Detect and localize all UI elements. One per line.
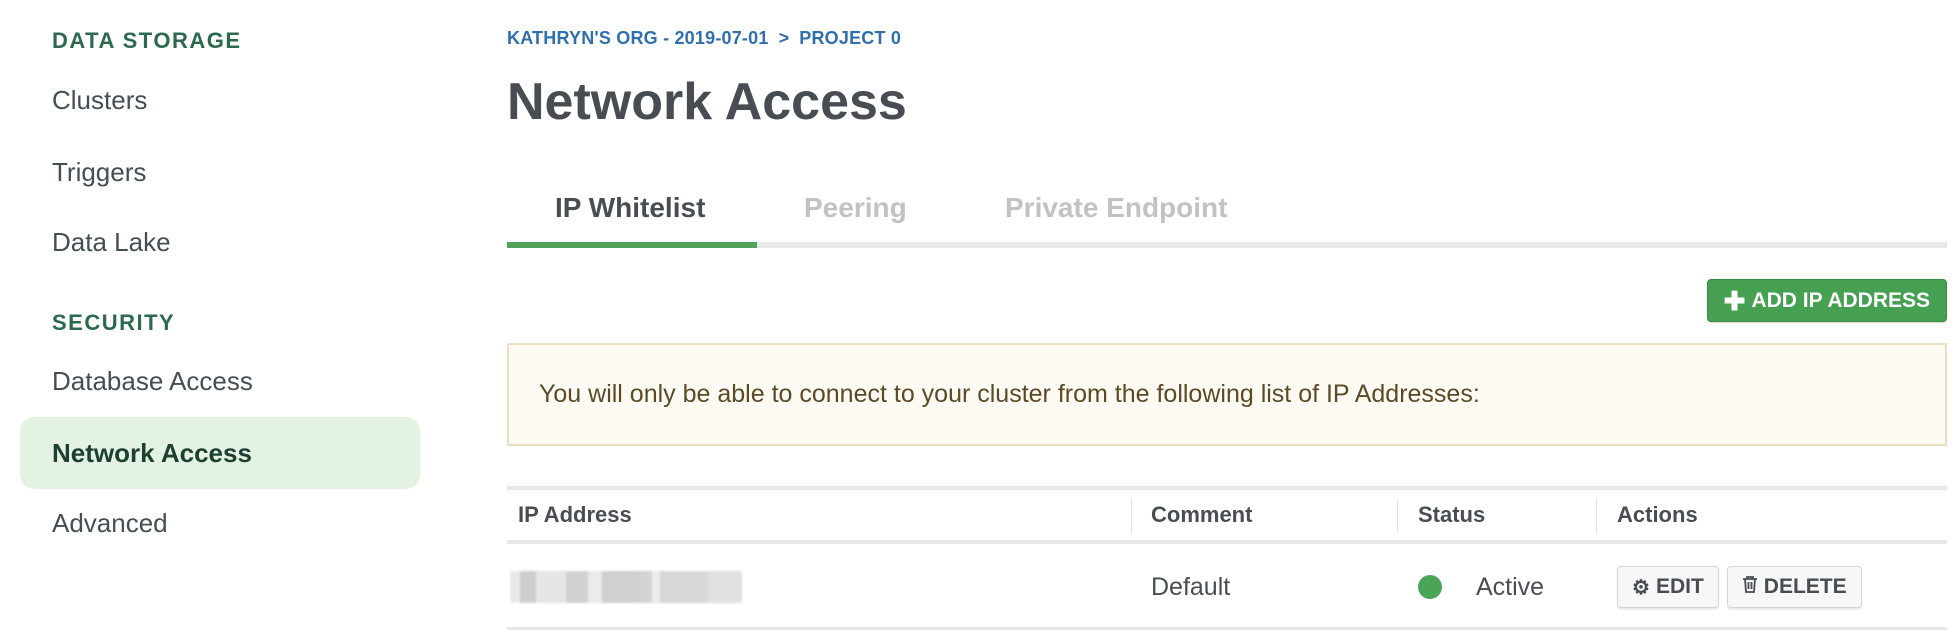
breadcrumb: KATHRYN'S ORG - 2019-07-01 > PROJECT 0 <box>507 28 901 49</box>
breadcrumb-separator: > <box>778 28 790 48</box>
sidebar-item-database-access[interactable]: Database Access <box>20 345 420 417</box>
status-active-dot-icon <box>1418 575 1442 599</box>
sidebar-item-label: Database Access <box>52 365 253 396</box>
notice-text: You will only be able to connect to your… <box>539 380 1480 408</box>
tab-bar: IP Whitelist Peering Private Endpoint <box>507 180 1947 248</box>
sidebar: DATA STORAGE Clusters Triggers Data Lake… <box>0 0 440 638</box>
actions-cell: ⚙ EDIT DELETE <box>1617 544 1870 630</box>
main-content: KATHRYN'S ORG - 2019-07-01 > PROJECT 0 N… <box>507 0 1947 638</box>
sidebar-item-label: Data Lake <box>52 226 171 257</box>
sidebar-item-data-lake[interactable]: Data Lake <box>20 206 420 278</box>
active-tab-indicator <box>507 242 757 248</box>
add-ip-address-button[interactable]: ✚ ADD IP ADDRESS <box>1706 279 1947 322</box>
breadcrumb-project[interactable]: PROJECT 0 <box>799 28 901 49</box>
breadcrumb-org[interactable]: KATHRYN'S ORG - 2019-07-01 <box>507 28 769 49</box>
column-divider <box>1596 498 1597 534</box>
info-notice: You will only be able to connect to your… <box>507 343 1947 446</box>
sidebar-heading-security: SECURITY <box>52 310 176 335</box>
ip-whitelist-table: IP Address Comment Status Actions Defaul… <box>507 486 1947 630</box>
edit-label: EDIT <box>1655 575 1704 598</box>
delete-label: DELETE <box>1763 575 1847 598</box>
tab-ip-whitelist[interactable]: IP Whitelist <box>555 192 705 224</box>
comment-cell: Default <box>1151 544 1230 630</box>
sidebar-item-label: Advanced <box>52 507 168 538</box>
table-row: Default Active ⚙ EDIT DELETE <box>507 544 1947 630</box>
comment-value: Default <box>1151 572 1231 601</box>
delete-button[interactable]: DELETE <box>1726 566 1862 608</box>
column-divider <box>1131 498 1132 534</box>
sidebar-item-clusters[interactable]: Clusters <box>20 64 420 136</box>
column-header-ip-address[interactable]: IP Address <box>518 490 632 540</box>
sidebar-item-label: Clusters <box>52 84 148 115</box>
column-header-status[interactable]: Status <box>1418 490 1485 540</box>
tab-peering[interactable]: Peering <box>804 192 907 224</box>
sidebar-item-label: Network Access <box>52 437 252 468</box>
add-ip-address-label: ADD IP ADDRESS <box>1751 288 1930 312</box>
page-title: Network Access <box>507 73 907 131</box>
column-header-comment[interactable]: Comment <box>1151 490 1252 540</box>
column-divider <box>1397 498 1398 534</box>
ip-address-cell <box>510 544 742 630</box>
table-header: IP Address Comment Status Actions <box>507 486 1947 544</box>
tab-private-endpoint[interactable]: Private Endpoint <box>1005 192 1227 224</box>
redacted-ip-address <box>510 571 742 603</box>
gear-icon: ⚙ <box>1632 576 1650 599</box>
sidebar-item-label: Triggers <box>52 156 147 187</box>
column-header-actions: Actions <box>1617 502 1698 527</box>
sidebar-heading-data-storage: DATA STORAGE <box>52 28 242 53</box>
trash-icon <box>1742 575 1758 599</box>
status-cell: Active <box>1418 544 1544 630</box>
status-badge: Active <box>1476 572 1545 601</box>
plus-icon: ✚ <box>1723 285 1746 316</box>
sidebar-item-network-access[interactable]: Network Access <box>20 417 420 489</box>
sidebar-item-advanced[interactable]: Advanced <box>20 487 420 559</box>
sidebar-item-triggers[interactable]: Triggers <box>20 136 420 208</box>
edit-button[interactable]: ⚙ EDIT <box>1617 566 1719 608</box>
